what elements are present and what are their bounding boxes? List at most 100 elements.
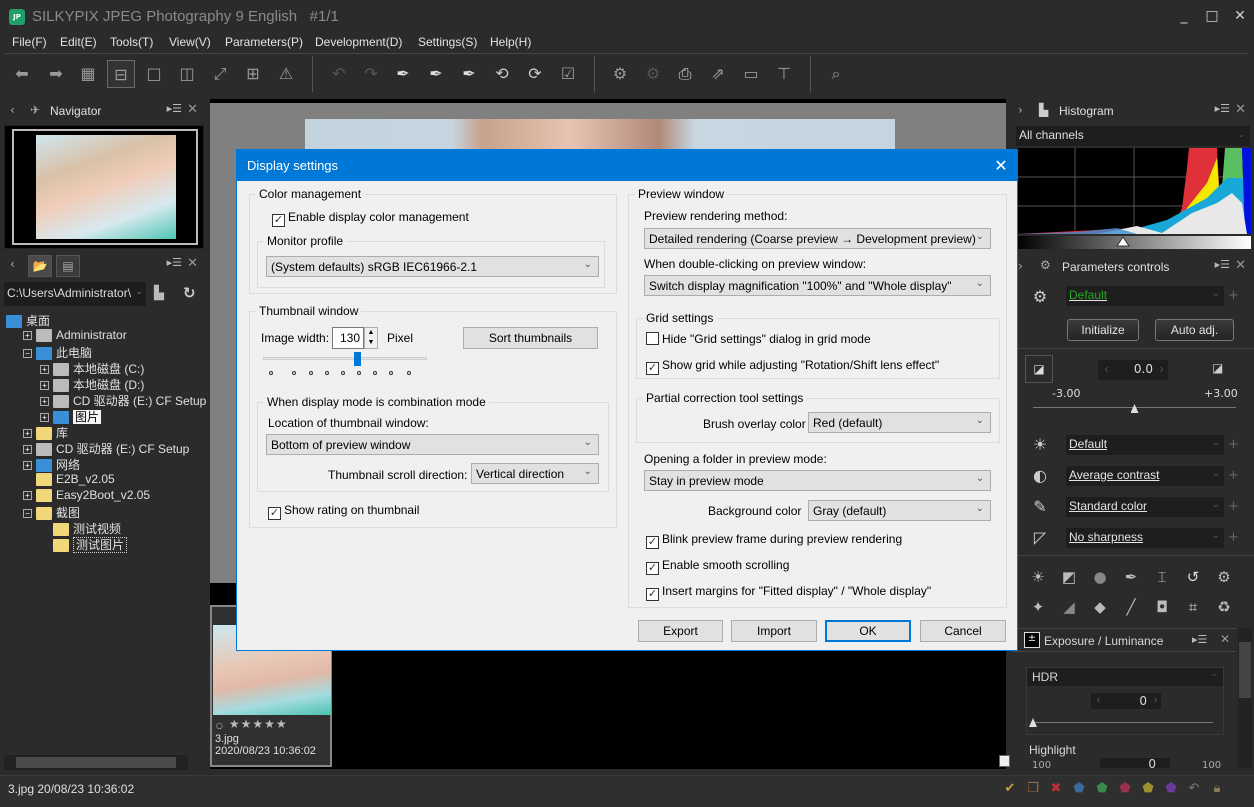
insert-margins-checkbox[interactable]: ✓ Insert margins for "Fitted display" / "… [646,584,931,601]
scroll-direction-select[interactable]: Vertical direction ⌄ [471,463,599,484]
dropper-tool-icon[interactable]: ✒ [1120,566,1142,588]
panel-close-icon[interactable]: ✕ [187,102,198,117]
tree-item[interactable]: 桌面 [6,312,50,329]
panel-menu-icon[interactable]: ▸☰ [1215,102,1230,115]
show-grid-checkbox[interactable]: ✓ Show grid while adjusting "Rotation/Shi… [646,358,939,375]
panel-menu-icon[interactable]: ▸☰ [1215,258,1230,271]
sphere-icon[interactable]: ● [1089,566,1111,588]
auto-adjust-button[interactable]: Auto adj. [1155,319,1234,341]
dropper-gray-icon[interactable]: ✒ [389,60,417,88]
expand-chevron-icon[interactable]: › [1018,103,1023,117]
sharpness-select[interactable]: No sharpness ⌄ [1066,528,1224,548]
thumbnail-location-select[interactable]: Bottom of preview window ⌄ [266,434,599,455]
white-balance-icon[interactable]: ☀ [1030,435,1050,455]
brush-icon[interactable]: ╱ [1120,596,1142,618]
sort-thumbnails-button[interactable]: Sort thumbnails [463,327,598,349]
menu-view[interactable]: View(V) [169,35,211,49]
forward-icon[interactable]: ➡ [42,60,70,88]
tree-item[interactable]: E2B_v2.05 [23,472,115,488]
panel-menu-icon[interactable]: ▸☰ [167,102,182,115]
tree-item[interactable]: 测试视频 [40,520,121,537]
panel-close-icon[interactable]: ✕ [1235,102,1246,117]
menu-parameters[interactable]: Parameters(P) [225,35,303,49]
cancel-button[interactable]: Cancel [920,620,1006,642]
add-icon[interactable]: + [1228,288,1239,303]
blink-preview-checkbox[interactable]: ✓ Blink preview frame during preview rend… [646,532,902,549]
grid-view-icon[interactable]: ▦ [74,60,102,88]
add-icon[interactable]: + [1228,437,1239,452]
rotate-left-icon[interactable]: ⟲ [488,60,516,88]
dialog-close-icon[interactable]: ✕ [989,156,1013,176]
crop-icon[interactable]: ⌗ [1182,596,1204,618]
tree-item[interactable]: − 截图 [23,504,80,521]
tree-item[interactable]: + 本地磁盘 (D:) [40,376,144,393]
check-mark-icon[interactable]: ✔ [1003,781,1017,797]
delete-icon[interactable]: ✖ [1049,781,1063,797]
horizontal-scrollbar[interactable] [4,755,188,770]
exposure-value-input[interactable]: ‹ 0.0 › [1098,360,1168,380]
add-icon[interactable]: + [1228,499,1239,514]
reject-mark-icon[interactable]: ○ [216,721,224,730]
vertical-scrollbar[interactable] [1238,628,1252,768]
rendering-method-select[interactable]: Detailed rendering (Coarse preview → Dev… [644,228,991,249]
image-width-input[interactable]: 130 [332,327,364,349]
tree-item[interactable]: + 图片 [40,408,102,425]
tree-item[interactable]: + CD 驱动器 (E:) CF Setup [40,392,206,409]
menu-development[interactable]: Development(D) [315,35,402,49]
image-width-slider-track[interactable] [263,357,427,360]
expand-icon[interactable]: + [40,413,49,423]
tag-red-icon[interactable]: ⬟ [1118,781,1132,797]
decrement-icon[interactable]: ‹ [1104,362,1109,376]
increment-icon[interactable]: › [1153,693,1158,707]
enable-color-management-checkbox[interactable]: ✓ Enable display color management [272,210,469,227]
monitor-profile-select[interactable]: (System defaults) sRGB IEC61966-2.1 ⌄ [266,256,599,277]
scrollbar-thumb[interactable] [1239,642,1251,698]
settings-plus-icon[interactable]: ⚙ [1213,566,1235,588]
tag-blue-icon[interactable]: ⬟ [1072,781,1086,797]
color-select[interactable]: Standard color ⌄ [1066,497,1224,517]
chevron-down-icon[interactable]: ⌄ [135,286,143,297]
folder-path-input[interactable]: C:\Users\Administrator\ ⌄ [4,282,146,306]
monitor-icon[interactable]: ▭ [737,60,765,88]
combination-view-icon[interactable]: ⊟ [107,60,135,88]
undo-icon[interactable]: ↶ [1187,781,1201,797]
export-button[interactable]: Export [638,620,723,642]
dialog-title-bar[interactable]: Display settings ✕ [237,150,1017,181]
minimize-button[interactable]: _ [1170,6,1198,26]
hdr-select[interactable]: HDR ⌄ [1027,668,1223,686]
expand-icon[interactable]: + [40,397,49,407]
level-icon[interactable]: ⌶ [1151,566,1173,588]
tree-item[interactable]: + CD 驱动器 (E:) CF Setup [23,440,189,457]
menu-settings[interactable]: Settings(S) [418,35,477,49]
collapse-icon[interactable]: − [23,509,32,519]
exposure-slider-thumb[interactable] [1130,404,1139,413]
copy-icon[interactable]: ❐ [1026,781,1040,797]
folder-browse-icon[interactable]: ▙ [154,286,164,301]
spin-down-icon[interactable]: ▼ [365,338,377,348]
color-brush-icon[interactable]: ✎ [1030,497,1050,517]
exposure-auto-icon[interactable]: ◪ [1212,361,1223,375]
fisheye-icon[interactable]: ◆ [1089,596,1111,618]
collapse-chevron-icon[interactable]: ‹ [10,103,15,117]
menu-edit[interactable]: Edit(E) [60,35,97,49]
fullscreen-icon[interactable]: ⤢ [206,60,234,88]
add-icon[interactable]: + [1228,530,1239,545]
recycle-icon[interactable]: ♻ [1213,596,1235,618]
save-settings-icon[interactable]: ⚙ [606,60,634,88]
scrollbar-thumb[interactable] [16,757,176,768]
maximize-button[interactable]: □ [1198,6,1226,26]
rotate-right-icon[interactable]: ⟳ [521,60,549,88]
double-click-select[interactable]: Switch display magnification "100%" and … [644,275,991,296]
import-button[interactable]: Import [731,620,817,642]
checkbox-box[interactable]: ✓ [272,214,285,227]
navigator-preview[interactable] [4,125,204,249]
hdr-value-input[interactable]: ‹ 0 › [1091,693,1161,709]
highlight-value-input[interactable]: 0 [1100,758,1170,768]
expand-chevron-icon[interactable]: › [1018,259,1023,273]
show-rating-checkbox[interactable]: ✓ Show rating on thumbnail [268,503,419,520]
rating-stars[interactable]: ○ ★★★★★ [216,717,288,731]
shape-icon[interactable]: ◘ [1151,596,1173,618]
checkbox-box[interactable]: ✓ [646,536,659,549]
menu-tools[interactable]: Tools(T) [110,35,153,49]
checkbox-box[interactable]: ✓ [646,562,659,575]
